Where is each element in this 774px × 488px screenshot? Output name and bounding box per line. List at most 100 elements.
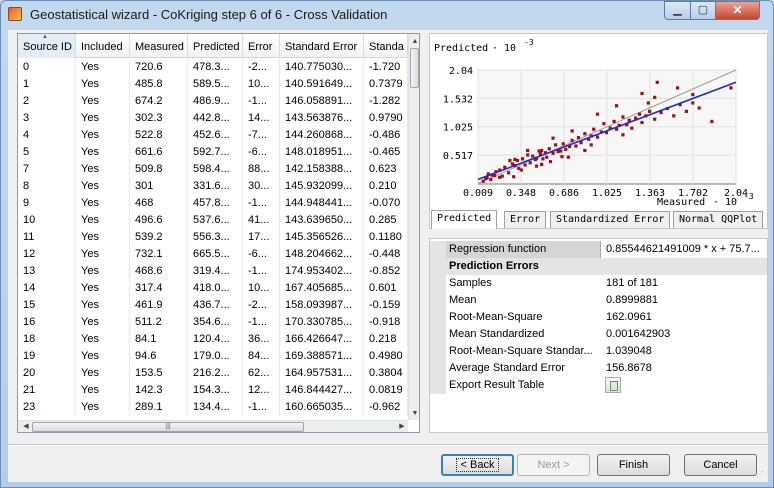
data-point (621, 133, 625, 137)
statistic-row[interactable]: Average Standard Error 156.8678 (430, 360, 767, 377)
table-row[interactable]: 5 Yes 661.6 592.7... -6... 148.018951... -0.46… (18, 144, 408, 161)
statistic-row[interactable]: Mean 0.8999881 (430, 292, 767, 309)
table-row[interactable]: 13 Yes 468.6 319.4... -1... 174.953402... -0.8… (18, 263, 408, 280)
data-point (519, 168, 523, 172)
maximize-button[interactable]: ▢ (690, 1, 716, 20)
regression-function-value[interactable]: 0.85544621491009 * x + 75.7... (601, 241, 767, 258)
statistic-value: 0.8999881 (606, 294, 658, 306)
statistic-row[interactable]: Mean Standardized 0.001642903 (430, 326, 767, 343)
table-row[interactable]: 18 Yes 84.1 120.4... 36... 166.426647... 0.218 (18, 331, 408, 348)
back-button[interactable]: < Back (441, 454, 514, 476)
export-table-icon[interactable] (605, 377, 621, 394)
scroll-left-icon[interactable]: ◀ (20, 421, 32, 432)
tab-standardized-error[interactable]: Standardized Error (550, 211, 671, 228)
source-id-cell: 7 (18, 161, 76, 178)
standardized-error-cell: -0.465 (364, 144, 408, 161)
scroll-up-icon[interactable]: ▲ (409, 36, 419, 48)
data-point (655, 80, 659, 84)
predicted-cell: 134.4... (188, 399, 243, 416)
standard-error-cell: 167.405685... (280, 280, 364, 297)
close-button[interactable]: ✕ (715, 1, 760, 20)
prediction-errors-category[interactable]: Prediction Errors (430, 258, 767, 275)
horizontal-scroll-thumb[interactable]: ||| (32, 422, 304, 432)
table-row[interactable]: 23 Yes 289.1 134.4... -1... 160.665035... -0.9… (18, 399, 408, 416)
regression-function-row[interactable]: Regression function 0.85544621491009 * x… (430, 241, 767, 258)
source-id-cell: 23 (18, 399, 76, 416)
measured-cell: 732.1 (130, 246, 188, 263)
measured-cell: 289.1 (130, 399, 188, 416)
table-row[interactable]: 1 Yes 485.8 589.5... 10... 140.591649... 0.737… (18, 76, 408, 93)
vertical-scroll-thumb[interactable] (410, 48, 419, 88)
finish-button[interactable]: Finish (597, 454, 670, 476)
column-header-standard-error[interactable]: Standard Error (280, 34, 364, 58)
vertical-scrollbar[interactable]: ▲ ▼ (408, 34, 419, 420)
y-axis-label: Predicted (434, 43, 488, 54)
column-header-included[interactable]: Included (76, 34, 130, 58)
cancel-button[interactable]: Cancel (684, 454, 757, 476)
standard-error-cell: 174.953402... (280, 263, 364, 280)
title-bar[interactable]: Geostatistical wizard - CoKriging step 6… (1, 1, 773, 29)
table-row[interactable]: 3 Yes 302.3 442.8... 14... 143.563876... 0.979… (18, 110, 408, 127)
y-tick-label: 1.025 (443, 123, 473, 134)
table-row[interactable]: 11 Yes 539.2 556.3... 17... 145.356526... 0.11… (18, 229, 408, 246)
data-point (602, 122, 606, 126)
table-row[interactable]: 0 Yes 720.6 478.3... -2... 140.775030... -1.72… (18, 59, 408, 76)
standardized-error-cell: 0.9790 (364, 110, 408, 127)
source-id-cell: 0 (18, 59, 76, 76)
table-header: ▲ Source ID Included Measured Predicted E… (18, 34, 408, 58)
table-row[interactable]: 2 Yes 674.2 486.9... -1... 146.058891... -1.28… (18, 93, 408, 110)
table-row[interactable]: 20 Yes 153.5 216.2... 62... 164.957531... 0.38… (18, 365, 408, 382)
scroll-right-icon[interactable]: ▶ (396, 421, 408, 432)
standard-error-cell: 164.957531... (280, 365, 364, 382)
error-cell: -1... (243, 314, 280, 331)
table-row[interactable]: 15 Yes 461.9 436.7... -2... 158.093987... -0.1… (18, 297, 408, 314)
regression-function-label: Regression function (446, 241, 601, 258)
tab-predicted[interactable]: Predicted (431, 210, 498, 229)
column-header-predicted[interactable]: Predicted (188, 34, 243, 58)
included-cell: Yes (76, 348, 130, 365)
table-row[interactable]: 7 Yes 509.8 598.4... 88... 142.158388... 0.623 (18, 161, 408, 178)
standard-error-cell: 158.093987... (280, 297, 364, 314)
statistic-row[interactable]: Samples 181 of 181 (430, 275, 767, 292)
table-row[interactable]: 16 Yes 511.2 354.6... -1... 170.330785... -0.9… (18, 314, 408, 331)
standardized-error-cell: -0.070 (364, 195, 408, 212)
app-icon (8, 7, 22, 21)
table-row[interactable]: 19 Yes 94.6 179.0... 84... 169.388571... 0.498… (18, 348, 408, 365)
standard-error-cell: 146.844427... (280, 382, 364, 399)
table-row[interactable]: 9 Yes 468 457.8... -1... 144.948441... -0.070 (18, 195, 408, 212)
table-row[interactable]: 21 Yes 142.3 154.3... 12... 146.844427... 0.08… (18, 382, 408, 399)
export-result-table-row[interactable]: Export Result Table (430, 377, 767, 394)
data-point (621, 115, 625, 119)
error-cell: 88... (243, 161, 280, 178)
data-point (646, 101, 650, 105)
statistic-row[interactable]: Root-Mean-Square Standar... 1.039048 (430, 343, 767, 360)
statistic-row[interactable]: Root-Mean-Square 162.0961 (430, 309, 767, 326)
standardized-error-cell: -0.918 (364, 314, 408, 331)
data-point (547, 147, 551, 151)
table-row[interactable]: 12 Yes 732.1 665.5... -6... 148.204662... -0.4… (18, 246, 408, 263)
included-cell: Yes (76, 110, 130, 127)
table-row[interactable]: 10 Yes 496.6 537.6... 41... 143.639650... 0.28… (18, 212, 408, 229)
source-id-cell: 9 (18, 195, 76, 212)
data-point (595, 112, 600, 116)
predicted-cell: 436.7... (188, 297, 243, 314)
included-cell: Yes (76, 399, 130, 416)
column-header-error[interactable]: Error (243, 34, 280, 58)
resize-grip-icon[interactable]: ⋰ (756, 470, 766, 480)
minimize-button[interactable]: ▁ (664, 1, 691, 20)
tab-error[interactable]: Error (504, 211, 547, 228)
predicted-cell: 457.8... (188, 195, 243, 212)
table-body: 0 Yes 720.6 478.3... -2... 140.775030... -1.72… (18, 59, 408, 420)
table-row[interactable]: 4 Yes 522.8 452.6... -7... 144.260868... -0.48… (18, 127, 408, 144)
column-header-measured[interactable]: Measured (130, 34, 188, 58)
column-header-standardized[interactable]: Standa (364, 34, 408, 58)
column-header-source-id[interactable]: ▲ Source ID (18, 34, 76, 58)
scroll-down-icon[interactable]: ▼ (409, 408, 419, 420)
tab-normal-qqplot[interactable]: Normal QQPlot (673, 211, 764, 228)
table-row[interactable]: 8 Yes 301 331.6... 30... 145.932099... 0.210 (18, 178, 408, 195)
table-row[interactable]: 14 Yes 317.4 418.0... 10... 167.405685... 0.60… (18, 280, 408, 297)
horizontal-scrollbar[interactable]: ◀ ||| ▶ (18, 420, 408, 432)
footer-divider (8, 444, 768, 446)
sort-indicator-icon: ▲ (42, 34, 48, 40)
x-tick-label: 2.04 (724, 188, 748, 199)
